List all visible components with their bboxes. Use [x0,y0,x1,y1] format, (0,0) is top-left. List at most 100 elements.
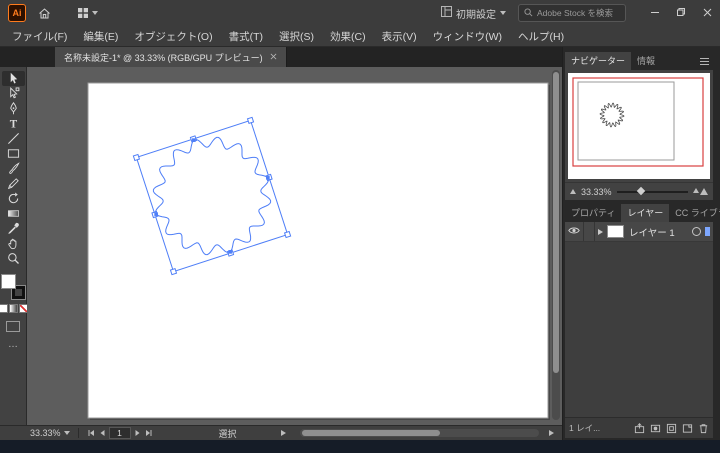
first-artboard-button[interactable] [87,429,95,437]
direct-selection-tool[interactable] [2,86,25,101]
layers-footer-icons [634,422,709,434]
type-tool[interactable]: T [2,116,25,131]
maximize-button[interactable] [668,0,694,26]
navigator-tabstrip: ナビゲーター 情報 [565,52,713,70]
navigator-zoom-value[interactable]: 33.33% [581,187,612,197]
navigator-thumbnail[interactable] [568,73,710,179]
tab-cc-libraries[interactable]: CC ライブラリ [669,204,720,222]
layer-target-icon[interactable] [692,227,701,236]
new-layer-icon[interactable] [682,423,693,434]
gradient-button[interactable] [8,304,18,313]
lock-toggle[interactable] [584,222,595,241]
search-input[interactable] [537,8,620,18]
layers-tabstrip: プロパティ レイヤー CC ライブラリ [565,204,720,222]
chevron-down-icon [63,431,70,435]
tab-close-icon[interactable] [270,52,277,62]
previous-artboard-button[interactable] [99,429,105,437]
arrange-documents-icon [77,7,89,19]
stock-search-box[interactable] [518,4,626,22]
scroll-right-icon[interactable] [549,430,554,436]
draw-mode-button[interactable] [6,321,20,332]
illustrator-window: Ai 初期設定 ファイル(F) 編集(E) オブジェクト(O) 書式(T) 選 [0,0,720,453]
navigator-panel: ナビゲーター 情報 33.33% [565,52,713,200]
vertical-scrollbar[interactable] [552,70,560,420]
minimize-button[interactable] [642,0,668,26]
fill-stroke-indicator[interactable] [1,274,26,300]
delete-icon[interactable] [698,423,709,434]
svg-text:T: T [9,119,17,130]
zoom-out-mountains-icon[interactable] [570,189,576,194]
window-controls [642,0,720,26]
horizontal-scrollbar-thumb[interactable] [301,430,441,436]
last-artboard-button[interactable] [145,429,153,437]
menubar: ファイル(F) 編集(E) オブジェクト(O) 書式(T) 選択(S) 効果(C… [0,26,720,47]
gradient-tool[interactable] [2,206,25,221]
hand-tool[interactable] [2,236,25,251]
layer-name[interactable]: レイヤー 1 [629,225,692,239]
tab-info[interactable]: 情報 [631,52,661,70]
color-button[interactable] [0,304,8,313]
home-button[interactable] [38,7,51,20]
close-icon [703,4,712,22]
vertical-scrollbar-thumb[interactable] [553,72,559,373]
menu-file[interactable]: ファイル(F) [4,29,75,44]
layers-panel: プロパティ レイヤー CC ライブラリ レイヤー 1 1 レ [565,204,720,438]
status-menu-arrow-icon[interactable] [280,430,286,436]
selection-tool[interactable] [1,71,25,86]
chevron-down-icon [500,11,506,15]
rectangle-tool[interactable] [2,146,25,161]
document-tab[interactable]: 名称未設定-1* @ 33.33% (RGB/GPU プレビュー) [55,47,287,67]
next-artboard-button[interactable] [135,429,141,437]
status-display[interactable]: 選択 [219,427,237,440]
statusbar-divider [77,428,79,438]
layer-count-label: 1 レイ... [569,423,601,433]
canvas-area[interactable] [27,67,562,425]
pen-tool[interactable] [2,101,25,116]
tab-layers[interactable]: レイヤー [621,204,670,222]
collect-for-export-icon[interactable] [634,422,645,434]
edit-toolbar-button[interactable]: … [8,340,18,350]
zoom-control[interactable]: 33.33% [30,428,70,438]
panel-dock: ナビゲーター 情報 33.33% プロパティ レイヤー CC ライブ レイヤー … [562,47,720,440]
arrange-documents-button[interactable] [77,7,98,19]
menu-edit[interactable]: 編集(E) [75,29,126,44]
zoom-slider-knob[interactable] [636,186,646,195]
app-icon[interactable]: Ai [8,4,26,22]
windows-taskbar[interactable] [0,440,720,453]
visibility-toggle[interactable] [565,222,584,241]
eyedropper-tool[interactable] [2,221,25,236]
artboard-number-field[interactable]: 1 [108,427,131,439]
tab-properties[interactable]: プロパティ [565,204,621,222]
canvas[interactable] [27,67,562,425]
navigator-preview[interactable] [565,70,713,182]
expand-chevron-icon[interactable] [598,228,603,235]
document-tab-title: 名称未設定-1* @ 33.33% (RGB/GPU プレビュー) [64,52,263,63]
menu-object[interactable]: オブジェクト(O) [126,29,220,44]
horizontal-scrollbar[interactable] [299,429,539,437]
fill-swatch[interactable] [1,274,16,289]
line-segment-tool[interactable] [2,131,25,146]
layer-selection-chip[interactable] [705,227,710,236]
menu-select[interactable]: 選択(S) [271,29,322,44]
navigator-zoom-row: 33.33% [565,182,713,200]
rotate-tool[interactable] [2,191,25,206]
menu-type[interactable]: 書式(T) [221,29,271,44]
layer-row[interactable]: レイヤー 1 [565,222,713,242]
pencil-tool[interactable] [2,176,25,191]
workspace-switcher[interactable]: 初期設定 [441,6,506,21]
make-clip-mask-icon[interactable] [650,423,661,434]
close-button[interactable] [694,0,720,26]
titlebar: Ai 初期設定 [0,0,720,26]
zoom-slider[interactable] [616,186,688,195]
layer-thumbnail[interactable] [607,225,624,238]
new-sublayer-icon[interactable] [666,423,677,434]
paintbrush-tool[interactable] [2,161,25,176]
menu-view[interactable]: 表示(V) [374,29,425,44]
zoom-in-mountains-icon[interactable] [693,188,708,195]
menu-effect[interactable]: 効果(C) [322,29,374,44]
menu-window[interactable]: ウィンドウ(W) [425,29,510,44]
panel-menu-icon[interactable] [700,57,709,65]
tab-navigator[interactable]: ナビゲーター [565,52,632,70]
zoom-tool[interactable] [2,251,25,266]
menu-help[interactable]: ヘルプ(H) [510,29,572,44]
